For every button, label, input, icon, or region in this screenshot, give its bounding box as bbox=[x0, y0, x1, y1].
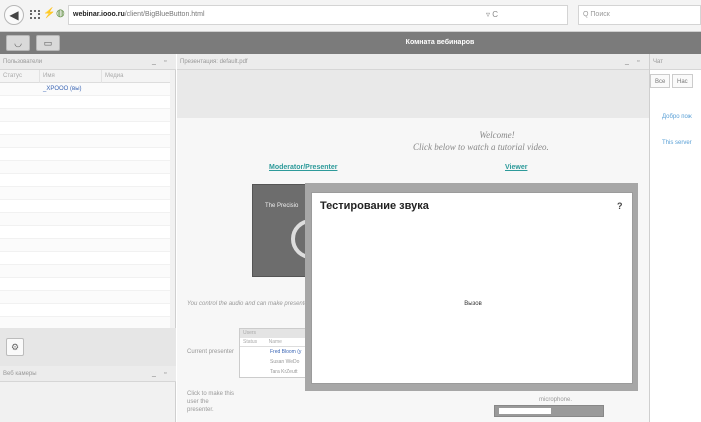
col-media[interactable]: Медиа bbox=[102, 70, 170, 83]
call-status: Вызов bbox=[464, 301, 482, 307]
apps-grid-icon[interactable] bbox=[30, 10, 40, 19]
hint-make-presenter: Click to make this user the presenter. bbox=[187, 391, 235, 413]
dialog-title: Тестирование звука bbox=[320, 200, 429, 212]
table-row[interactable] bbox=[0, 265, 170, 278]
minimize-icon[interactable]: _ bbox=[152, 366, 156, 382]
table-row[interactable] bbox=[0, 109, 170, 122]
tutorial-prompt: Click below to watch a tutorial video. bbox=[413, 142, 549, 152]
maximize-icon[interactable]: ▫ bbox=[164, 54, 166, 70]
slide-user-row: Susan WeDo bbox=[270, 359, 300, 365]
monitor-icon: ▭ bbox=[43, 38, 53, 48]
users-footer: ⚙ bbox=[0, 328, 176, 366]
site-info-icon[interactable]: ◍ bbox=[56, 8, 65, 19]
table-row[interactable]: _XPOOO (вы) bbox=[0, 83, 170, 96]
table-row[interactable] bbox=[0, 291, 170, 304]
col-name[interactable]: Имя bbox=[40, 70, 102, 83]
viewer-link[interactable]: Viewer bbox=[505, 164, 527, 171]
table-row[interactable] bbox=[0, 122, 170, 135]
presentation-title: Презентация: default.pdf bbox=[177, 54, 649, 70]
table-row[interactable] bbox=[0, 317, 170, 328]
slide-users-table: Users Status Name Fred Bloom (y Susan We… bbox=[239, 328, 309, 378]
reload-icon[interactable]: ▿ C bbox=[486, 5, 498, 25]
users-panel-title: Пользователи bbox=[0, 54, 176, 70]
video-title: The Precisio bbox=[265, 203, 299, 209]
chat-message: Добро пож bbox=[662, 114, 692, 120]
table-row[interactable] bbox=[0, 200, 170, 213]
chat-tab-all[interactable]: Все bbox=[650, 74, 671, 88]
slide-col-status: Status bbox=[243, 339, 258, 345]
sound-test-dialog: Тестирование звука ? Вызов bbox=[311, 192, 633, 384]
slide-user-row: Tara KrZeutt bbox=[270, 369, 298, 375]
table-row[interactable] bbox=[0, 304, 170, 317]
table-row[interactable] bbox=[0, 278, 170, 291]
hint-current-presenter: Current presenter bbox=[187, 349, 235, 355]
headset-button[interactable]: ◡ bbox=[6, 35, 30, 51]
presenter-note: You control the audio and can make prese… bbox=[187, 301, 312, 307]
url-path: /client/BigBlueButton.html bbox=[124, 11, 205, 18]
webcams-panel: Веб камеры _ ▫ bbox=[0, 366, 176, 422]
users-table-header: Статус Имя Медиа bbox=[0, 70, 170, 83]
settings-button[interactable]: ⚙ bbox=[6, 338, 24, 356]
table-row[interactable] bbox=[0, 174, 170, 187]
browser-toolbar: ◀ ⚡ ◍ webinar.iooo.ru/client/BigBlueButt… bbox=[0, 0, 701, 32]
minimize-icon[interactable]: _ bbox=[625, 54, 629, 70]
slide-user-row: Fred Bloom (y bbox=[270, 349, 302, 355]
maximize-icon[interactable]: ▫ bbox=[164, 366, 166, 382]
table-row[interactable] bbox=[0, 148, 170, 161]
headset-icon: ◡ bbox=[14, 38, 22, 48]
welcome-heading: Welcome! bbox=[479, 130, 515, 140]
table-row[interactable] bbox=[0, 96, 170, 109]
mic-level-bar bbox=[494, 405, 604, 417]
search-input[interactable]: Q Поиск bbox=[578, 5, 701, 25]
users-panel: Пользователи _ ▫ Статус Имя Медиа _XPOOO… bbox=[0, 54, 176, 366]
col-status[interactable]: Статус bbox=[0, 70, 40, 83]
room-title: Комната вебинаров bbox=[405, 39, 475, 46]
hint-microphone: microphone. bbox=[539, 397, 573, 403]
table-row[interactable] bbox=[0, 226, 170, 239]
flash-plugin-icon[interactable]: ⚡ bbox=[43, 8, 55, 19]
table-row[interactable] bbox=[0, 161, 170, 174]
slide-col-name: Name bbox=[268, 339, 282, 345]
chat-message: This server bbox=[662, 140, 692, 146]
mic-level-fill bbox=[499, 408, 551, 414]
back-button[interactable]: ◀ bbox=[4, 5, 24, 25]
table-row[interactable] bbox=[0, 187, 170, 200]
table-row[interactable] bbox=[0, 213, 170, 226]
chat-tab-options[interactable]: Нас bbox=[672, 74, 693, 88]
table-row[interactable] bbox=[0, 239, 170, 252]
moderator-link[interactable]: Moderator/Presenter bbox=[269, 164, 337, 171]
tutorial-video-thumbnail[interactable]: The Precisio bbox=[252, 184, 312, 277]
table-row[interactable] bbox=[0, 252, 170, 265]
chat-title: Чат bbox=[650, 54, 701, 70]
help-button[interactable]: ? bbox=[617, 201, 623, 211]
minimize-icon[interactable]: _ bbox=[152, 54, 156, 70]
table-row[interactable] bbox=[0, 135, 170, 148]
user-name: _XPOOO (вы) bbox=[43, 86, 82, 92]
users-table: Статус Имя Медиа _XPOOO (вы) bbox=[0, 70, 170, 328]
chat-panel: Чат Все Нас Добро пож This server bbox=[649, 54, 701, 422]
gear-icon: ⚙ bbox=[10, 342, 20, 352]
app-toolbar: ◡ ▭ Комната вебинаров bbox=[0, 32, 701, 54]
maximize-icon[interactable]: ▫ bbox=[637, 54, 639, 70]
slide-users-head: Users bbox=[240, 329, 308, 338]
screen-share-button[interactable]: ▭ bbox=[36, 35, 60, 51]
webcams-panel-title: Веб камеры bbox=[0, 366, 176, 382]
slide-users-columns: Status Name bbox=[240, 338, 308, 347]
url-host: webinar.iooo.ru bbox=[73, 11, 125, 18]
